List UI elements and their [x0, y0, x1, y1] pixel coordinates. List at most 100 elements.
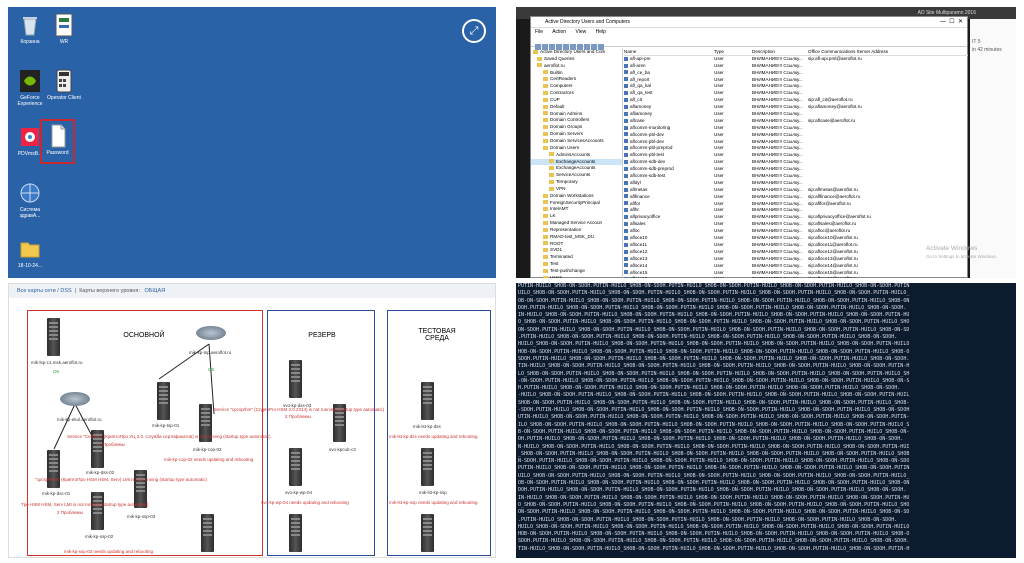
- desktop-icon-operator-client[interactable]: Operator Client: [44, 69, 84, 101]
- tree-item[interactable]: CertReaders: [531, 76, 622, 83]
- list-item[interactable]: afloce10 User ВНИМАНИЕ!!! Ссылку... sip:afl…: [624, 235, 968, 242]
- folder-icon: [537, 56, 542, 61]
- tree-item[interactable]: CUP: [531, 97, 622, 104]
- server-node[interactable]: [47, 318, 60, 356]
- server-node[interactable]: [157, 382, 170, 420]
- terminal-line: OH.PUTIN-HUILO_SHOB-ON-SDOH.PUTIN-HUILO_…: [518, 436, 904, 443]
- server-node[interactable]: [201, 514, 214, 552]
- tree-item[interactable]: aeroflot.ru: [531, 63, 622, 70]
- list-item[interactable]: aflfor User ВНИМАНИЕ!!! Ссылку... sip:aflfo…: [624, 201, 968, 208]
- menu-view[interactable]: View: [575, 29, 586, 35]
- list-item[interactable]: afl_qa_test User ВНИМАНИЕ!!! Ссылку...: [624, 90, 968, 97]
- list-item[interactable]: aflcase User ВНИМАНИЕ!!! Ссылку... sip:aflc…: [624, 118, 968, 125]
- tree-item[interactable]: Contractors: [531, 90, 622, 97]
- tree-item[interactable]: ExchangeAccounts: [531, 165, 622, 172]
- list-item[interactable]: aflcomm-monitoring User ВНИМАНИЕ!!! Ссылку…: [624, 125, 968, 132]
- list-item[interactable]: aflcomm-pbl-preprod User ВНИМАНИЕ!!! Ссылк…: [624, 145, 968, 152]
- server-node[interactable]: [289, 360, 302, 398]
- list-item[interactable]: afloce15 User ВНИМАНИЕ!!! Ссылку... sip:afl…: [624, 270, 968, 277]
- server-node[interactable]: [421, 448, 434, 486]
- desktop-icon-folder[interactable]: 18-10-24...: [10, 237, 50, 269]
- user-icon: [624, 194, 628, 199]
- folder-icon: [543, 193, 548, 198]
- list-item[interactable]: afloce14 User ВНИМАНИЕ!!! Ссылку... sip:afl…: [624, 263, 968, 270]
- tree-item[interactable]: ROOT: [531, 241, 622, 248]
- tree-item[interactable]: LK: [531, 213, 622, 220]
- tree-item[interactable]: Temporary: [531, 179, 622, 186]
- list-item[interactable]: afloce11 User ВНИМАНИЕ!!! Ссылку... sip:afl…: [624, 242, 968, 249]
- list-item[interactable]: afloce16UserВНИМАНИЕ!!! Ссылку...sip:afl…: [624, 276, 968, 278]
- tree-item[interactable]: Domain Workstations: [531, 193, 622, 200]
- list-item[interactable]: aflcomm-pbl-dev User ВНИМАНИЕ!!! Ссылку...: [624, 139, 968, 146]
- list-item[interactable]: aflcomm-pbl-dev User ВНИМАНИЕ!!! Ссылку...: [624, 132, 968, 139]
- list-item[interactable]: afloce12 User ВНИМАНИЕ!!! Ссылку... sip:afl…: [624, 249, 968, 256]
- desktop-icon-sistema[interactable]: Система здравA...: [10, 181, 50, 219]
- tree-item[interactable]: Test-pushchange: [531, 268, 622, 275]
- desktop-icon-password[interactable]: Password: [40, 119, 75, 164]
- list-item[interactable]: afl_cit User ВНИМАНИЕ!!! Ссылку... sip:afl_…: [624, 97, 968, 104]
- list-item[interactable]: afl_ce_ba User ВНИМАНИЕ!!! Ссылку...: [624, 70, 968, 77]
- tree-item[interactable]: Builtin: [531, 70, 622, 77]
- tree-item[interactable]: Domain Servers: [531, 131, 622, 138]
- terminal-line: TIN-HUILO_SHOB-ON-SDOH.PUTIN-HUILO_SHOB-…: [518, 363, 910, 370]
- menu-help[interactable]: Help: [596, 29, 606, 35]
- router-node[interactable]: [60, 392, 90, 406]
- user-icon: [624, 256, 628, 261]
- menu-action[interactable]: Action: [552, 29, 566, 35]
- list-item[interactable]: aflcomm-sdb-test User ВНИМАНИЕ!!! Ссылку..…: [624, 173, 968, 180]
- tree-item[interactable]: Terminated: [531, 254, 622, 261]
- tree-item[interactable]: Active Directory Users and Com: [531, 49, 622, 56]
- server-node[interactable]: [421, 382, 434, 420]
- tree-item[interactable]: Computers: [531, 83, 622, 90]
- desktop-icon-wr[interactable]: WR: [44, 13, 84, 45]
- tree-item[interactable]: Domain ServicesAccounts: [531, 138, 622, 145]
- server-node[interactable]: [421, 514, 434, 552]
- tree-item[interactable]: Test: [531, 261, 622, 268]
- tree-item[interactable]: Users: [531, 275, 622, 278]
- tree-item[interactable]: Default: [531, 104, 622, 111]
- list-item[interactable]: aflamoney User ВНИМАНИЕ!!! Ссылку... sip:af…: [624, 104, 968, 111]
- list-item[interactable]: aflmetas User ВНИМАНИЕ!!! Ссылку... sip:afl…: [624, 187, 968, 194]
- tree-item[interactable]: IntelAMT: [531, 206, 622, 213]
- server-node[interactable]: [289, 448, 302, 486]
- tree-item[interactable]: Domain Controllers: [531, 117, 622, 124]
- list-item[interactable]: afliamoney User ВНИМАНИЕ!!! Ссылку...: [624, 111, 968, 118]
- tree-item[interactable]: Saved Queries: [531, 56, 622, 63]
- list-item[interactable]: aflcomm-sdb-dev User ВНИМАНИЕ!!! Ссылку...: [624, 159, 968, 166]
- tree-item[interactable]: ForeignSecurityPrincipal: [531, 200, 622, 207]
- tree-item[interactable]: SVD1: [531, 247, 622, 254]
- list-item[interactable]: afl-api-pm User ВНИМАНИЕ!!! Ссылку... sip:a…: [624, 56, 968, 63]
- list-item[interactable]: afl_report User ВНИМАНИЕ!!! Ссылку...: [624, 77, 968, 84]
- terminal-line: O_SHOB-ON-SDOH.PUTIN-HUILO_SHOB-ON-SDOH.…: [518, 501, 910, 508]
- folder-icon: [549, 152, 554, 157]
- list-item[interactable]: aflsales User ВНИМАНИЕ!!! Ссылку... sip:afl…: [624, 221, 968, 228]
- tree-item[interactable]: Domain Groups: [531, 124, 622, 131]
- server-node[interactable]: [91, 492, 104, 530]
- list-item[interactable]: aflcomm-sdb-preprod User ВНИМАНИЕ!!! Ссылк…: [624, 166, 968, 173]
- tree-item[interactable]: Domain Admins: [531, 111, 622, 118]
- list-item[interactable]: aflfinance User ВНИМАНИЕ!!! Ссылку... sip:a…: [624, 194, 968, 201]
- list-item[interactable]: afloc User ВНИМАНИЕ!!! Ссылку... sip:afloc@…: [624, 228, 968, 235]
- tree-item[interactable]: Domain Users: [531, 145, 622, 152]
- list-item[interactable]: afl_qa_kal User ВНИМАНИЕ!!! Ссылку...: [624, 83, 968, 90]
- list-item[interactable]: aflhr User ВНИМАНИЕ!!! Ссылку...: [624, 207, 968, 214]
- server-node[interactable]: [47, 450, 60, 488]
- tree-item[interactable]: Managed Service Accoun: [531, 220, 622, 227]
- tree-item[interactable]: RMAD-test_MSK_DU: [531, 234, 622, 241]
- tree-item[interactable]: Representation: [531, 227, 622, 234]
- tree-item[interactable]: ServiceAccounts: [531, 172, 622, 179]
- expand-icon[interactable]: ⤢: [462, 19, 486, 43]
- window-controls[interactable]: — ☐ ✕: [940, 17, 963, 28]
- tree-item[interactable]: VPN: [531, 186, 622, 193]
- router-node[interactable]: [196, 326, 226, 340]
- tree-item[interactable]: ExchangeAccounts: [531, 158, 622, 166]
- list-item[interactable]: afloce13 User ВНИМАНИЕ!!! Ссылку... sip:afl…: [624, 256, 968, 263]
- menu-file[interactable]: File: [535, 29, 543, 35]
- list-item[interactable]: afldyl User ВНИМАНИЕ!!! Ссылку...: [624, 180, 968, 187]
- list-item[interactable]: afl-aren User ВНИМАНИЕ!!! Ссылку...: [624, 63, 968, 70]
- list-item[interactable]: aflcomm-pbl-test User ВНИМАНИЕ!!! Ссылку..…: [624, 152, 968, 159]
- server-node[interactable]: [289, 514, 302, 552]
- list-item[interactable]: aflprivacyoffice User ВНИМАНИЕ!!! Ссылку..…: [624, 214, 968, 221]
- terminal-line: ILO_SHOB-ON-SDOH.PUTIN-HUILO_SHOB-ON-SDO…: [518, 421, 910, 428]
- tree-item[interactable]: AdminsAccounts: [531, 152, 622, 159]
